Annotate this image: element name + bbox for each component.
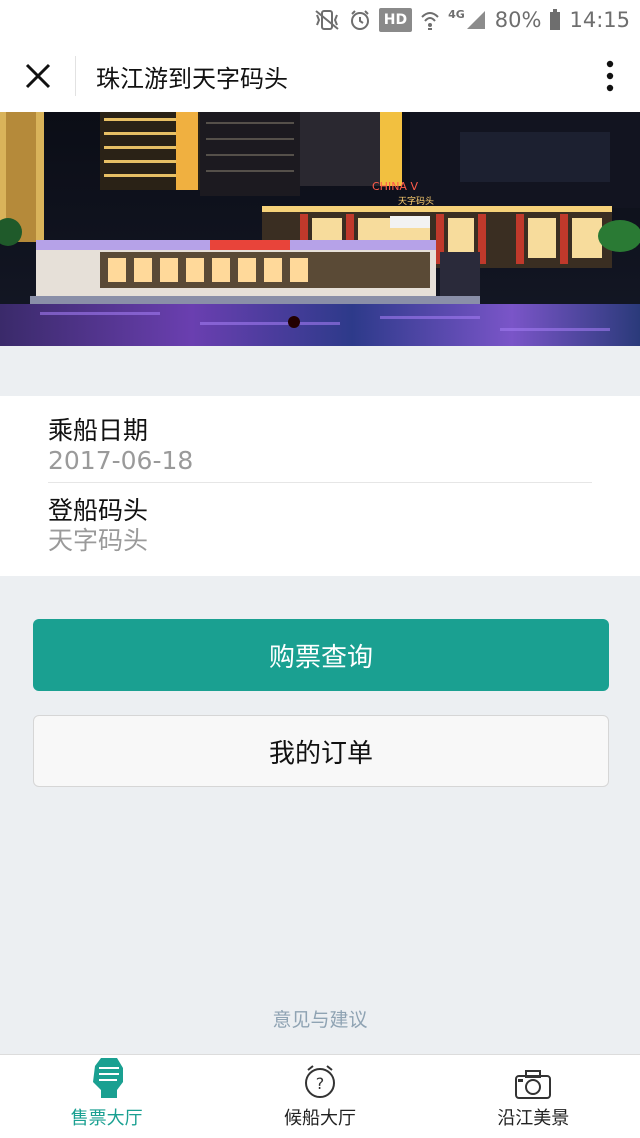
network-type-label: 4G (448, 7, 465, 21)
banner-sign-small: CHINA V (372, 180, 418, 193)
form-divider (48, 482, 592, 483)
pier-field[interactable]: 登船码头 天字码头 (48, 496, 592, 556)
mute-vibrate-icon (313, 8, 341, 32)
hd-icon: HD (378, 8, 413, 32)
signal-icon: 4G (448, 8, 487, 32)
bottom-tab-bar: 售票大厅 ? 候船大厅 沿江美景 (0, 1054, 640, 1138)
camera-icon (515, 1070, 552, 1099)
banner-sign: 天字码头 (398, 195, 434, 207)
battery-icon (549, 8, 561, 32)
tab-label: 候船大厅 (283, 1108, 356, 1129)
booking-form: 乘船日期 2017-06-18 登船码头 天字码头 (0, 396, 640, 576)
tab-label: 售票大厅 (70, 1108, 143, 1129)
page-title: 珠江游到天字码头 (96, 64, 288, 93)
alarm-clock-question-icon: ? (304, 1065, 335, 1098)
tab-ticket-hall[interactable]: 售票大厅 (0, 1055, 213, 1138)
title-bar: 珠江游到天字码头 (0, 40, 640, 112)
tab-waiting-hall[interactable]: ? 候船大厅 (213, 1055, 426, 1138)
more-menu-button[interactable] (580, 40, 640, 112)
clock-time: 14:15 (569, 8, 630, 32)
svg-text:?: ? (316, 1074, 325, 1093)
more-vertical-icon (606, 60, 614, 92)
wifi-icon (420, 8, 440, 32)
date-label: 乘船日期 (48, 416, 149, 445)
feedback-link[interactable]: 意见与建议 (0, 1005, 640, 1032)
date-value[interactable]: 2017-06-18 (48, 446, 592, 476)
date-field[interactable]: 乘船日期 2017-06-18 (48, 416, 592, 476)
status-bar: HD 4G 80% 14:15 (0, 0, 640, 40)
fist-icon (92, 1058, 123, 1098)
banner-image: CHINA V 天字码头 (0, 112, 640, 346)
alarm-icon (349, 8, 371, 32)
pier-label: 登船码头 (48, 496, 149, 525)
ticket-query-button[interactable]: 购票查询 (33, 619, 609, 691)
pier-value[interactable]: 天字码头 (48, 526, 592, 556)
close-button[interactable] (0, 56, 76, 96)
tab-river-scenery[interactable]: 沿江美景 (427, 1055, 640, 1138)
my-orders-button[interactable]: 我的订单 (33, 715, 609, 787)
battery-percent: 80% (494, 8, 542, 32)
tab-label: 沿江美景 (497, 1108, 570, 1129)
close-icon (25, 63, 50, 89)
